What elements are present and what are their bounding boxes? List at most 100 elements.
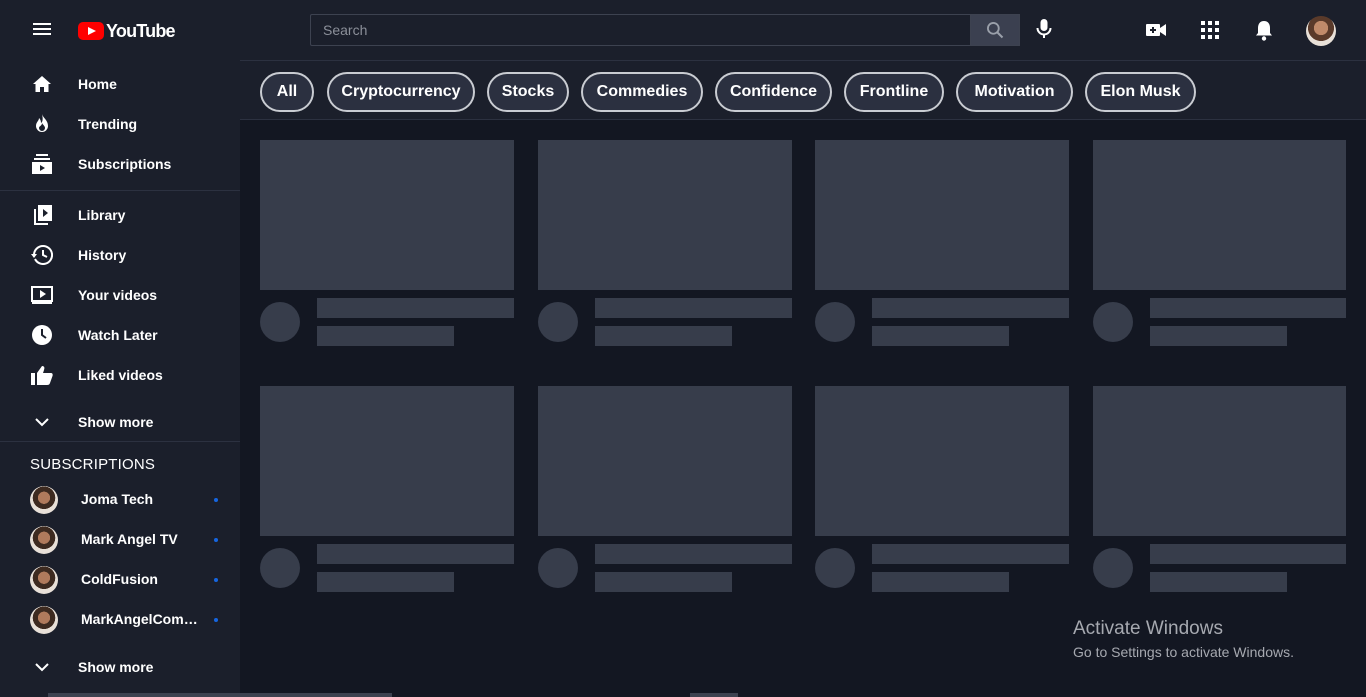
video-card-placeholder[interactable] <box>1093 140 1346 350</box>
video-card-placeholder[interactable] <box>260 386 514 596</box>
subscriptions-icon <box>30 152 54 176</box>
channel-name: Mark Angel TV <box>81 531 178 547</box>
sidebar-item-subscriptions[interactable]: Subscriptions <box>0 144 240 184</box>
sidebar-item-trending[interactable]: Trending <box>0 104 240 144</box>
logo-text: YouTube <box>106 20 176 41</box>
title-placeholder <box>1150 544 1346 564</box>
sidebar-item-label: Watch Later <box>78 327 158 343</box>
sidebar-item-label: Library <box>78 207 126 223</box>
activate-windows-watermark: Activate Windows Go to Settings to activ… <box>1073 618 1294 660</box>
sidebar-divider <box>0 441 240 442</box>
chip-motivation[interactable]: Motivation <box>956 72 1073 112</box>
meta-placeholder <box>872 326 1009 346</box>
horizontal-scrollbar-thumb[interactable] <box>690 693 738 697</box>
menu-icon[interactable] <box>30 20 54 40</box>
your-videos-icon <box>30 283 54 307</box>
history-icon <box>30 243 54 267</box>
sidebar-item-watch-later[interactable]: Watch Later <box>0 315 240 355</box>
notifications-button[interactable] <box>1252 18 1276 42</box>
sidebar-item-label: History <box>78 247 127 263</box>
voice-search-button[interactable] <box>1032 16 1056 42</box>
youtube-play-icon <box>78 22 104 40</box>
subscription-item[interactable]: Joma Tech <box>0 480 240 520</box>
youtube-logo[interactable]: YouTube <box>78 20 176 42</box>
title-placeholder <box>595 298 792 318</box>
create-video-icon <box>1146 24 1166 36</box>
subscription-item[interactable]: ColdFusion <box>0 560 240 600</box>
channel-avatar-placeholder <box>538 302 578 342</box>
library-icon <box>30 203 54 227</box>
sidebar-item-your-videos[interactable]: Your videos <box>0 275 240 315</box>
sidebar-item-label: Show more <box>78 659 154 675</box>
sidebar-item-history[interactable]: History <box>0 235 240 275</box>
sidebar-item-library[interactable]: Library <box>0 195 240 235</box>
chip-all[interactable]: All <box>260 72 314 112</box>
thumbnail-placeholder <box>1093 386 1346 536</box>
thumbnail-placeholder <box>538 386 792 536</box>
sidebar-item-liked-videos[interactable]: Liked videos <box>0 355 240 395</box>
new-content-dot <box>214 498 218 502</box>
sidebar-item-home[interactable]: Home <box>0 64 240 104</box>
video-card-placeholder[interactable] <box>815 386 1069 596</box>
new-content-dot <box>214 618 218 622</box>
account-avatar[interactable] <box>1306 16 1336 46</box>
video-card-placeholder[interactable] <box>538 140 792 350</box>
title-placeholder <box>1150 298 1346 318</box>
channel-avatar-placeholder <box>815 548 855 588</box>
subscription-item[interactable]: Mark Angel TV <box>0 520 240 560</box>
apps-grid-icon <box>1201 21 1219 39</box>
masthead: YouTube <box>0 0 1366 60</box>
chip-frontline[interactable]: Frontline <box>844 72 944 112</box>
video-card-placeholder[interactable] <box>260 140 514 350</box>
channel-avatar <box>30 486 58 514</box>
chip-commedies[interactable]: Commedies <box>581 72 703 112</box>
meta-placeholder <box>872 572 1009 592</box>
channel-avatar-placeholder <box>815 302 855 342</box>
meta-placeholder <box>1150 572 1287 592</box>
sidebar-item-label: Home <box>78 76 117 92</box>
chevron-down-icon <box>30 410 54 434</box>
meta-placeholder <box>1150 326 1287 346</box>
channel-avatar-placeholder <box>260 302 300 342</box>
video-card-placeholder[interactable] <box>815 140 1069 350</box>
chip-stocks[interactable]: Stocks <box>487 72 569 112</box>
sidebar-item-label: Show more <box>78 414 154 430</box>
meta-placeholder <box>595 326 732 346</box>
title-placeholder <box>872 544 1069 564</box>
channel-name: ColdFusion <box>81 571 158 587</box>
subscriptions-heading: SUBSCRIPTIONS <box>30 456 156 473</box>
subscription-item[interactable]: MarkAngelCome... <box>0 600 240 640</box>
chip-elon-musk[interactable]: Elon Musk <box>1085 72 1196 112</box>
horizontal-scrollbar-thumb[interactable] <box>48 693 392 697</box>
thumbnail-placeholder <box>1093 140 1346 290</box>
channel-avatar <box>30 566 58 594</box>
sidebar: Home Trending Subscriptions Library Hist… <box>0 60 240 697</box>
clock-icon <box>30 323 54 347</box>
show-more-button[interactable]: Show more <box>0 402 240 442</box>
channel-avatar <box>30 606 58 634</box>
new-content-dot <box>214 538 218 542</box>
channel-name: Joma Tech <box>81 491 154 507</box>
channel-avatar-placeholder <box>538 548 578 588</box>
title-placeholder <box>317 544 514 564</box>
flame-icon <box>30 112 54 136</box>
watermark-subtitle: Go to Settings to activate Windows. <box>1073 644 1294 660</box>
meta-placeholder <box>595 572 732 592</box>
title-placeholder <box>872 298 1069 318</box>
channel-avatar-placeholder <box>1093 548 1133 588</box>
channel-name: MarkAngelCome... <box>81 611 203 627</box>
search-input[interactable] <box>310 14 971 46</box>
subscriptions-show-more-button[interactable]: Show more <box>0 647 240 687</box>
thumbnail-placeholder <box>815 140 1069 290</box>
search-button[interactable] <box>970 14 1020 46</box>
chevron-down-icon <box>30 655 54 679</box>
chip-cryptocurrency[interactable]: Cryptocurrency <box>327 72 475 112</box>
sidebar-item-label: Liked videos <box>78 367 163 383</box>
create-video-button[interactable] <box>1144 18 1168 42</box>
apps-button[interactable] <box>1198 18 1222 42</box>
video-card-placeholder[interactable] <box>538 386 792 596</box>
chip-confidence[interactable]: Confidence <box>715 72 832 112</box>
video-card-placeholder[interactable] <box>1093 386 1346 596</box>
watermark-title: Activate Windows <box>1073 618 1223 639</box>
sidebar-item-label: Trending <box>78 116 138 132</box>
